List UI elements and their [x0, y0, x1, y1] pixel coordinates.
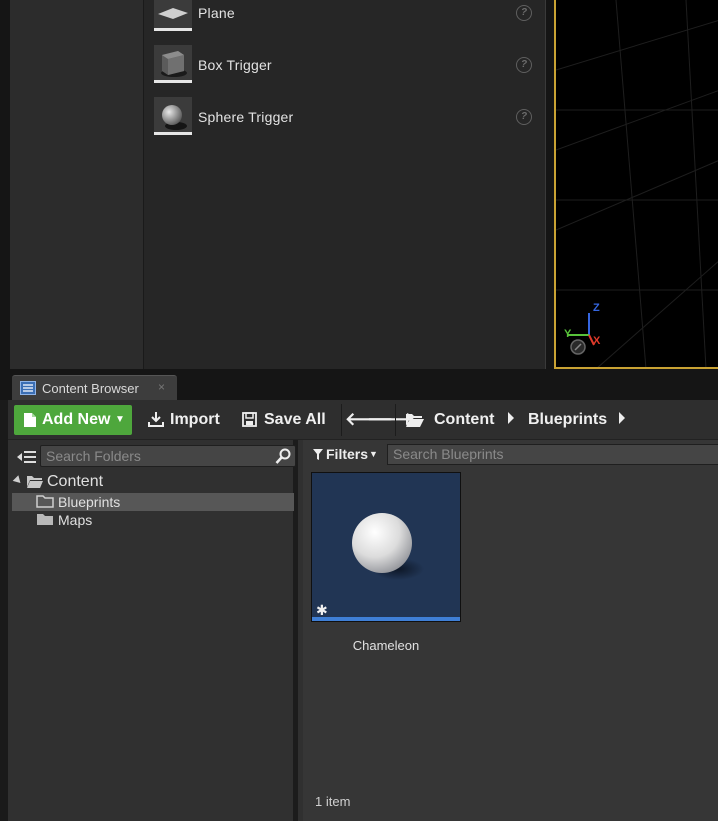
- place-actors-panel: Plane ? Box Trigger ? Sphere Trigger ?: [144, 0, 546, 369]
- place-item-label: Plane: [198, 5, 235, 21]
- tree-item-maps[interactable]: Maps: [12, 511, 294, 529]
- folder-search-row: Search Folders: [14, 444, 296, 468]
- tab-label: Content Browser: [42, 381, 139, 396]
- filters-label: Filters: [326, 446, 369, 462]
- new-file-icon: [24, 413, 36, 427]
- axis-y-label: Y: [564, 328, 572, 340]
- content-browser-icon: [20, 381, 36, 395]
- level-viewport[interactable]: Z Y X: [554, 0, 718, 369]
- sphere-thumbnail-icon: [352, 513, 424, 580]
- sphere-trigger-icon: [154, 97, 192, 135]
- place-item-label: Box Trigger: [198, 57, 272, 73]
- place-item-label: Sphere Trigger: [198, 109, 294, 125]
- viewport-grid: [556, 0, 718, 367]
- add-new-button[interactable]: Add New ▼: [14, 405, 132, 435]
- asset-type-bar: [312, 617, 460, 621]
- box-trigger-icon: [154, 45, 192, 83]
- toolbar-divider: [395, 404, 396, 436]
- import-label: Import: [170, 411, 220, 428]
- toolbar-divider: [341, 404, 342, 436]
- tab-content-browser[interactable]: Content Browser ×: [12, 375, 177, 400]
- place-item-sphere-trigger[interactable]: Sphere Trigger ?: [154, 97, 540, 137]
- tree-toggle-icon[interactable]: [16, 448, 38, 466]
- search-icon: [275, 448, 291, 464]
- content-browser: Add New ▼ Import Save All 🡐 🡒 Content Bl…: [8, 400, 718, 821]
- asset-tile-chameleon[interactable]: ✱: [311, 472, 461, 622]
- add-new-label: Add New: [42, 411, 111, 428]
- back-arrow-icon[interactable]: 🡐: [345, 406, 393, 434]
- help-icon[interactable]: ?: [516, 109, 532, 125]
- folder-icon: [36, 495, 54, 508]
- assets-pane: Filters ▼ Search Blueprints ✱ Chameleon …: [303, 440, 718, 821]
- forward-arrow-icon[interactable]: 🡒: [367, 406, 415, 434]
- folder-open-icon: [27, 476, 43, 488]
- tree-item-label: Content: [47, 473, 104, 490]
- plane-icon: [154, 0, 192, 31]
- expand-arrow-icon[interactable]: [12, 475, 24, 486]
- axis-x-label: X: [593, 335, 601, 347]
- content-browser-toolbar: Add New ▼ Import Save All 🡐 🡒 Content Bl…: [8, 400, 718, 440]
- item-count: 1 item: [315, 794, 351, 809]
- top-area: Plane ? Box Trigger ? Sphere Trigger ? Z…: [0, 0, 718, 372]
- tree-item-label: Maps: [58, 512, 93, 528]
- place-item-plane[interactable]: Plane ?: [154, 0, 540, 33]
- breadcrumb-item-blueprints[interactable]: Blueprints: [528, 411, 607, 429]
- folder-icon: [37, 514, 53, 525]
- place-item-box-trigger[interactable]: Box Trigger ?: [154, 45, 540, 85]
- save-all-button[interactable]: Save All: [242, 405, 332, 435]
- save-icon: [242, 412, 257, 427]
- search-folders-input[interactable]: Search Folders: [40, 445, 296, 467]
- asset-name[interactable]: Chameleon: [311, 638, 461, 653]
- tree-item-label: Blueprints: [58, 494, 121, 510]
- help-icon[interactable]: ?: [516, 5, 532, 21]
- breadcrumb-separator-icon[interactable]: [508, 412, 514, 424]
- chevron-down-icon: ▼: [369, 449, 378, 459]
- search-blueprints-placeholder: Search Blueprints: [393, 446, 504, 462]
- save-all-label: Save All: [264, 411, 326, 428]
- new-asset-star-icon: ✱: [316, 602, 328, 618]
- chevron-down-icon: ▼: [115, 414, 125, 425]
- import-button[interactable]: Import: [148, 405, 228, 435]
- breadcrumb-separator-icon[interactable]: [619, 412, 625, 424]
- filter-icon: [313, 449, 323, 460]
- tree-item-blueprints[interactable]: Blueprints: [12, 493, 294, 511]
- folder-open-icon[interactable]: [405, 412, 425, 428]
- tab-row: Content Browser ×: [0, 372, 718, 400]
- breadcrumb-item-content[interactable]: Content: [434, 411, 494, 429]
- left-panel-strip: [10, 0, 144, 369]
- close-icon[interactable]: ×: [158, 380, 165, 394]
- search-blueprints-input[interactable]: Search Blueprints: [387, 444, 718, 465]
- help-icon[interactable]: ?: [516, 57, 532, 73]
- import-icon: [148, 412, 164, 427]
- folders-pane: Search Folders Content Blueprints Maps: [8, 440, 298, 821]
- search-folders-placeholder: Search Folders: [46, 448, 141, 464]
- tree-item-content[interactable]: Content: [12, 473, 294, 491]
- axis-z-label: Z: [593, 302, 600, 314]
